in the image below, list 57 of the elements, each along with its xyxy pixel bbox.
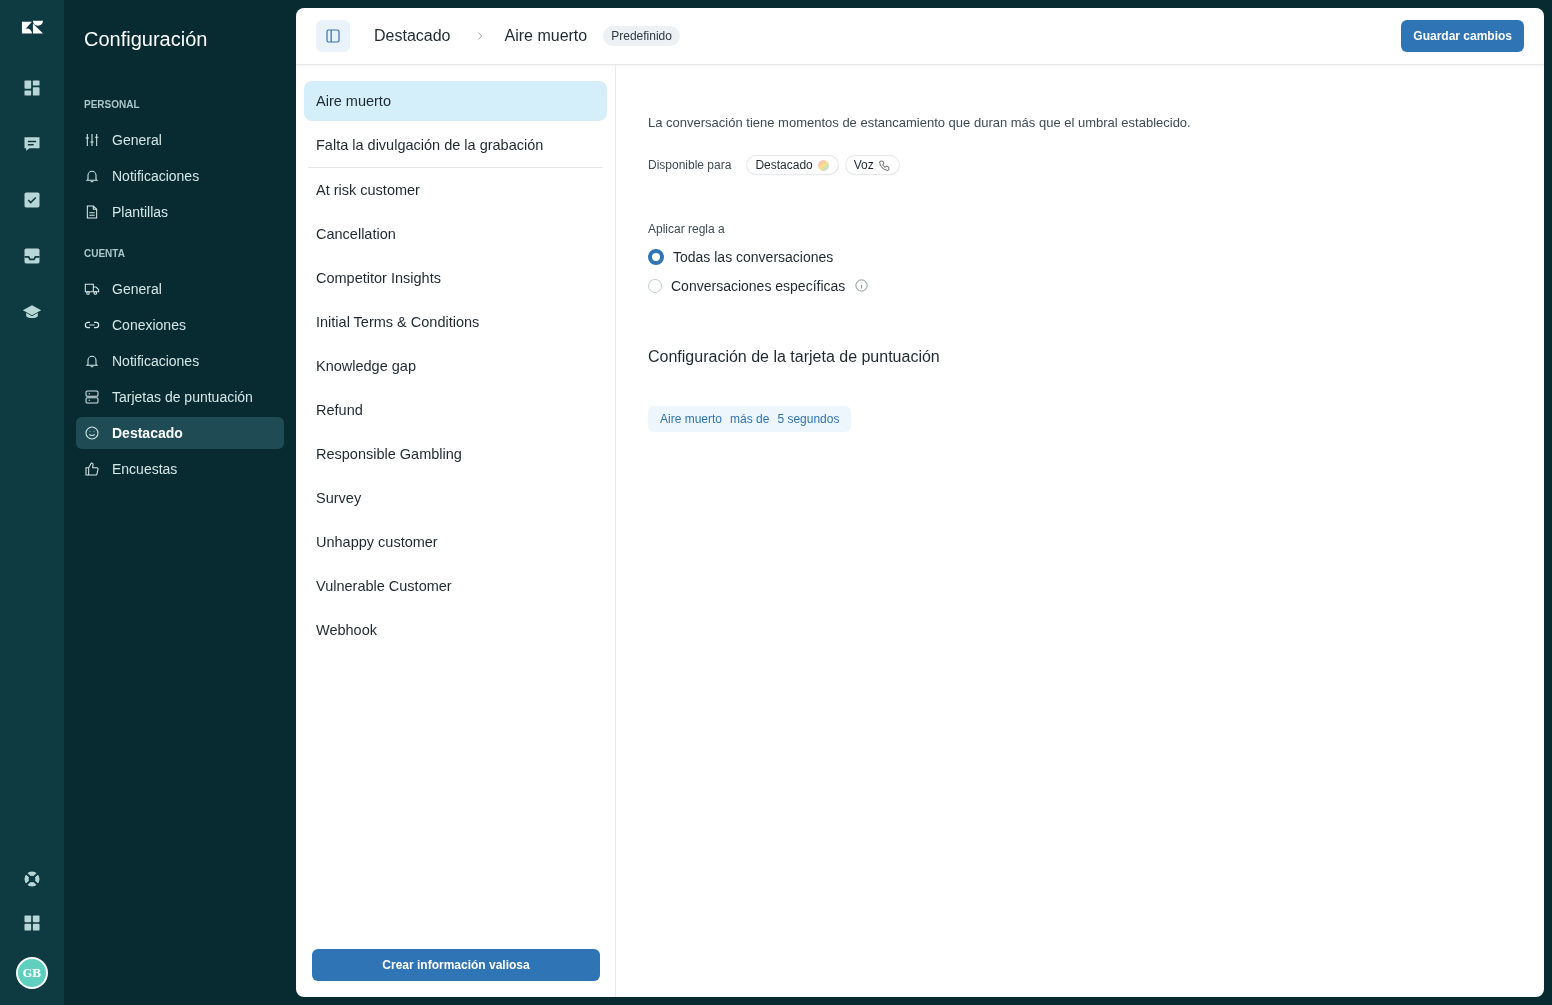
rule-item[interactable]: Vulnerable Customer: [304, 566, 607, 606]
sidebar-title: Configuración: [84, 28, 209, 51]
section-heading: PERSONAL: [84, 99, 141, 110]
section-heading: CUENTA: [84, 248, 126, 259]
rule-item[interactable]: Aire muerto: [304, 81, 607, 121]
channel-tag: Destacado: [747, 156, 838, 174]
field-label: Disponible para: [648, 158, 732, 172]
rule-description: La conversación tiene momentos de estancamiento que duran más que el umbral establecido.: [648, 115, 1192, 130]
rule-item[interactable]: Refund: [304, 390, 607, 430]
rule-item[interactable]: Cancellation: [304, 214, 607, 254]
sidebar-item[interactable]: Plantillas: [76, 196, 284, 228]
bell-icon: [84, 168, 100, 184]
sidebar-item[interactable]: Encuestas: [76, 453, 284, 485]
radio-label[interactable]: Conversaciones específicas: [671, 277, 846, 294]
rule-item[interactable]: Initial Terms & Conditions: [304, 302, 607, 342]
rule-item[interactable]: Responsible Gambling: [304, 434, 607, 474]
sidebar-item[interactable]: Notificaciones: [76, 345, 284, 377]
dashboard-icon: [22, 78, 42, 98]
rule-item[interactable]: Unhappy customer: [304, 522, 607, 562]
inbox-icon: [22, 246, 42, 266]
rule-item[interactable]: Falta la divulgación de la grabación: [304, 125, 607, 165]
create-insight-button[interactable]: Crear información valiosa: [312, 949, 600, 981]
smiley-icon: [84, 425, 100, 441]
section-title: Configuración de la tarjeta de puntuación: [648, 348, 941, 366]
rule-item[interactable]: Competitor Insights: [304, 258, 607, 298]
rule-item[interactable]: Survey: [304, 478, 607, 518]
condition-tag[interactable]: Aire muerto más de 5 segundos: [648, 406, 852, 432]
breadcrumb-link[interactable]: Aire muerto: [504, 27, 588, 45]
rule-item[interactable]: Webhook: [304, 610, 607, 650]
sidebar-toggle-button[interactable]: [316, 20, 350, 52]
gradient-orb-icon: [816, 158, 830, 172]
phone-icon: [877, 158, 891, 172]
sidebar-item[interactable]: General: [76, 273, 284, 305]
breadcrumb-link[interactable]: Destacado: [374, 27, 451, 45]
status-badge: Predefinido: [603, 26, 680, 46]
apps-grid-icon[interactable]: [22, 913, 42, 933]
sidebar-item[interactable]: Tarjetas de puntuación: [76, 381, 284, 413]
rule-item[interactable]: At risk customer: [304, 170, 607, 210]
sidebar-toggle-icon: [324, 27, 342, 45]
thumbs-up-icon: [84, 461, 100, 477]
channel-tag: Voz: [845, 156, 899, 174]
checkbox-icon: [22, 190, 42, 210]
bell-icon: [84, 353, 100, 369]
stacked-cards-icon: [84, 389, 100, 405]
save-button[interactable]: Guardar cambios: [1401, 20, 1524, 52]
radio-button[interactable]: [648, 248, 664, 265]
radio-label[interactable]: Todas las conversaciones: [673, 248, 834, 265]
sidebar-item[interactable]: General: [76, 124, 284, 156]
sidebar-item[interactable]: Notificaciones: [76, 160, 284, 192]
document-icon: [84, 204, 100, 220]
sliders-icon: [84, 132, 100, 148]
field-label: Aplicar regla a: [648, 222, 726, 236]
lifebuoy-icon[interactable]: [22, 869, 42, 889]
rule-item[interactable]: Knowledge gap: [304, 346, 607, 386]
truck-icon: [84, 281, 100, 297]
sidebar-item[interactable]: Conexiones: [76, 309, 284, 341]
sidebar-item[interactable]: Destacado: [76, 417, 284, 449]
